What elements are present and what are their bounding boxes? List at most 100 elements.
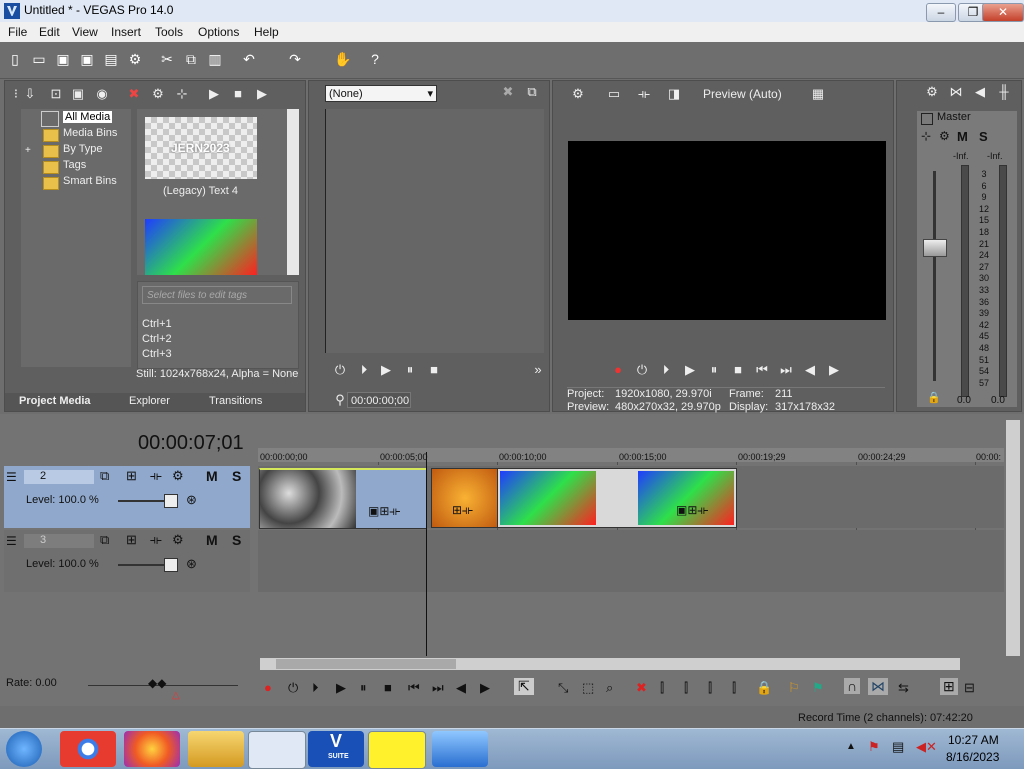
menu-help[interactable]: Help: [254, 25, 279, 39]
pan-crop-icon[interactable]: ⊞: [126, 532, 137, 548]
selection-tool-icon[interactable]: ⬚: [582, 680, 594, 696]
master-fader-handle[interactable]: [923, 239, 947, 257]
start-button-icon[interactable]: [6, 731, 42, 767]
capture-icon[interactable]: ⊡: [47, 85, 65, 103]
trimmer-media-select[interactable]: (None) ▾: [325, 85, 437, 102]
play-icon[interactable]: ▶: [205, 85, 223, 103]
next-frame-icon[interactable]: ▶: [825, 361, 843, 379]
track-solo-button[interactable]: S: [232, 468, 241, 484]
menu-options[interactable]: Options: [198, 25, 239, 39]
play-from-start-icon[interactable]: ⏵: [657, 361, 675, 379]
import-media-icon[interactable]: ⇩: [21, 85, 39, 103]
region-icon[interactable]: ⚑: [812, 680, 824, 696]
lock-icon[interactable]: 🔒: [756, 680, 772, 696]
open-icon[interactable]: ▭: [30, 50, 48, 68]
text-media-thumbnail[interactable]: JERN2023: [145, 117, 257, 179]
normal-edit-tool-icon[interactable]: ⇱: [514, 678, 534, 695]
stop-icon[interactable]: ■: [729, 361, 747, 379]
preview-properties-icon[interactable]: ⚙: [569, 85, 587, 103]
speaker-icon[interactable]: ◀: [971, 83, 989, 101]
trim-end-icon[interactable]: ⫿: [708, 680, 712, 696]
play-from-start-icon[interactable]: ⏵: [312, 680, 319, 696]
track-motion-icon[interactable]: ⟛: [150, 532, 162, 548]
go-to-start-icon[interactable]: ⏮: [408, 680, 420, 696]
stop-icon[interactable]: ■: [425, 361, 443, 379]
level-slider-handle[interactable]: [164, 494, 178, 508]
tags-input[interactable]: Select files to edit tags: [142, 286, 292, 304]
stop-icon[interactable]: ■: [229, 85, 247, 103]
trim-icon[interactable]: ⫿: [660, 680, 664, 696]
track-motion-icon[interactable]: ⟛: [150, 468, 162, 484]
downmix-icon[interactable]: ⋈: [947, 83, 965, 101]
minimize-button[interactable]: –: [926, 3, 956, 22]
ignore-grouping-icon[interactable]: ⊟: [964, 680, 975, 696]
next-frame-icon[interactable]: ▶: [480, 680, 490, 696]
master-select-icon[interactable]: [921, 113, 933, 125]
insert-fx-icon[interactable]: ⊹: [921, 129, 931, 143]
track-solo-button[interactable]: S: [232, 532, 241, 548]
track-header-2[interactable]: ☰ 2 ⧉ ⊞ ⟛ ⚙ M S Level: 100.0 % ⊛: [4, 466, 250, 528]
vegas-movie-icon[interactable]: [368, 731, 426, 769]
go-to-end-icon[interactable]: ⏭: [432, 680, 444, 696]
get-media-icon[interactable]: ▣: [69, 85, 87, 103]
tab-project-media[interactable]: Project Media: [19, 395, 91, 407]
trimmer-area[interactable]: [325, 109, 544, 353]
video-preview-screen[interactable]: [568, 141, 886, 320]
pause-icon[interactable]: ⏸: [705, 361, 723, 379]
clip-fx-icon[interactable]: ▣⊞⟛: [368, 504, 400, 519]
pause-icon[interactable]: ⏸: [401, 361, 419, 379]
timeline-clip-3[interactable]: ▣⊞⟛: [497, 468, 737, 528]
file-explorer-icon[interactable]: [188, 731, 244, 767]
redo-icon[interactable]: ↷: [286, 50, 304, 68]
tab-explorer[interactable]: Explorer: [129, 395, 170, 407]
volume-muted-icon[interactable]: ◀✕: [916, 739, 937, 755]
clock-date[interactable]: 8/16/2023: [946, 750, 999, 764]
play-icon[interactable]: ▶: [336, 680, 346, 696]
menu-edit[interactable]: Edit: [39, 25, 60, 39]
track-header-3[interactable]: ☰ 3 ⧉ ⊞ ⟛ ⚙ M S Level: 100.0 % ⊛: [4, 530, 250, 592]
pause-icon[interactable]: ⏸: [360, 680, 367, 696]
expand-icon[interactable]: +: [25, 145, 31, 156]
render-icon[interactable]: ▤: [102, 50, 120, 68]
close-button[interactable]: ✕: [982, 3, 1024, 22]
timeline-clip-2[interactable]: ⊞⟛: [431, 468, 499, 528]
lock-envelopes-icon[interactable]: ⊞: [940, 678, 958, 695]
composite-mode-icon[interactable]: ⧉: [100, 532, 109, 548]
trim-start-icon[interactable]: ⫿: [684, 680, 688, 696]
mixer-properties-icon[interactable]: ⚙: [923, 83, 941, 101]
track-mute-button[interactable]: M: [206, 468, 218, 484]
undo-icon[interactable]: ↶: [240, 50, 258, 68]
track-fx-icon[interactable]: ⚙: [172, 532, 184, 548]
tab-transitions[interactable]: Transitions: [209, 395, 262, 407]
clock-time[interactable]: 10:27 AM: [948, 733, 999, 747]
cut-icon[interactable]: ✂: [158, 50, 176, 68]
clip-fx-icon[interactable]: ⊞⟛: [452, 503, 473, 518]
compositing-icon[interactable]: ⊛: [186, 556, 197, 572]
vegas-suite-icon[interactable]: V SUITE: [308, 731, 364, 767]
new-icon[interactable]: ▯: [6, 50, 24, 68]
menu-file[interactable]: File: [8, 25, 27, 39]
minimize-track-icon[interactable]: ☰: [6, 534, 17, 548]
record-icon[interactable]: ●: [609, 361, 627, 379]
horizontal-scroll-thumb[interactable]: [276, 659, 456, 669]
paste-icon[interactable]: ▥: [206, 50, 224, 68]
action-center-icon[interactable]: ⚑: [868, 739, 880, 755]
zoom-tool-icon[interactable]: ⌕: [606, 680, 613, 696]
snapshot-icon[interactable]: ✋: [334, 50, 352, 68]
menu-insert[interactable]: Insert: [111, 25, 141, 39]
tree-smart-bins[interactable]: Smart Bins: [63, 175, 117, 187]
ripple-edit-icon[interactable]: ⇆: [898, 680, 909, 696]
master-solo-button[interactable]: S: [979, 129, 988, 144]
go-to-start-icon[interactable]: ⏮: [753, 361, 771, 379]
save-as-icon[interactable]: ▣: [78, 50, 96, 68]
overlay-icon[interactable]: ◨: [665, 85, 683, 103]
external-monitor-icon[interactable]: ▭: [605, 85, 623, 103]
level-slider-handle[interactable]: [164, 558, 178, 572]
rate-slider-handle[interactable]: ◆◆: [148, 676, 166, 690]
loop-icon[interactable]: ⏻: [331, 361, 349, 379]
pan-crop-icon[interactable]: ⊞: [126, 468, 137, 484]
marker-icon[interactable]: ⚐: [788, 680, 800, 696]
playhead-cursor[interactable]: [426, 452, 427, 656]
master-fx-gear-icon[interactable]: ⚙: [939, 129, 950, 143]
clip-fx-icon[interactable]: ▣⊞⟛: [676, 503, 708, 518]
